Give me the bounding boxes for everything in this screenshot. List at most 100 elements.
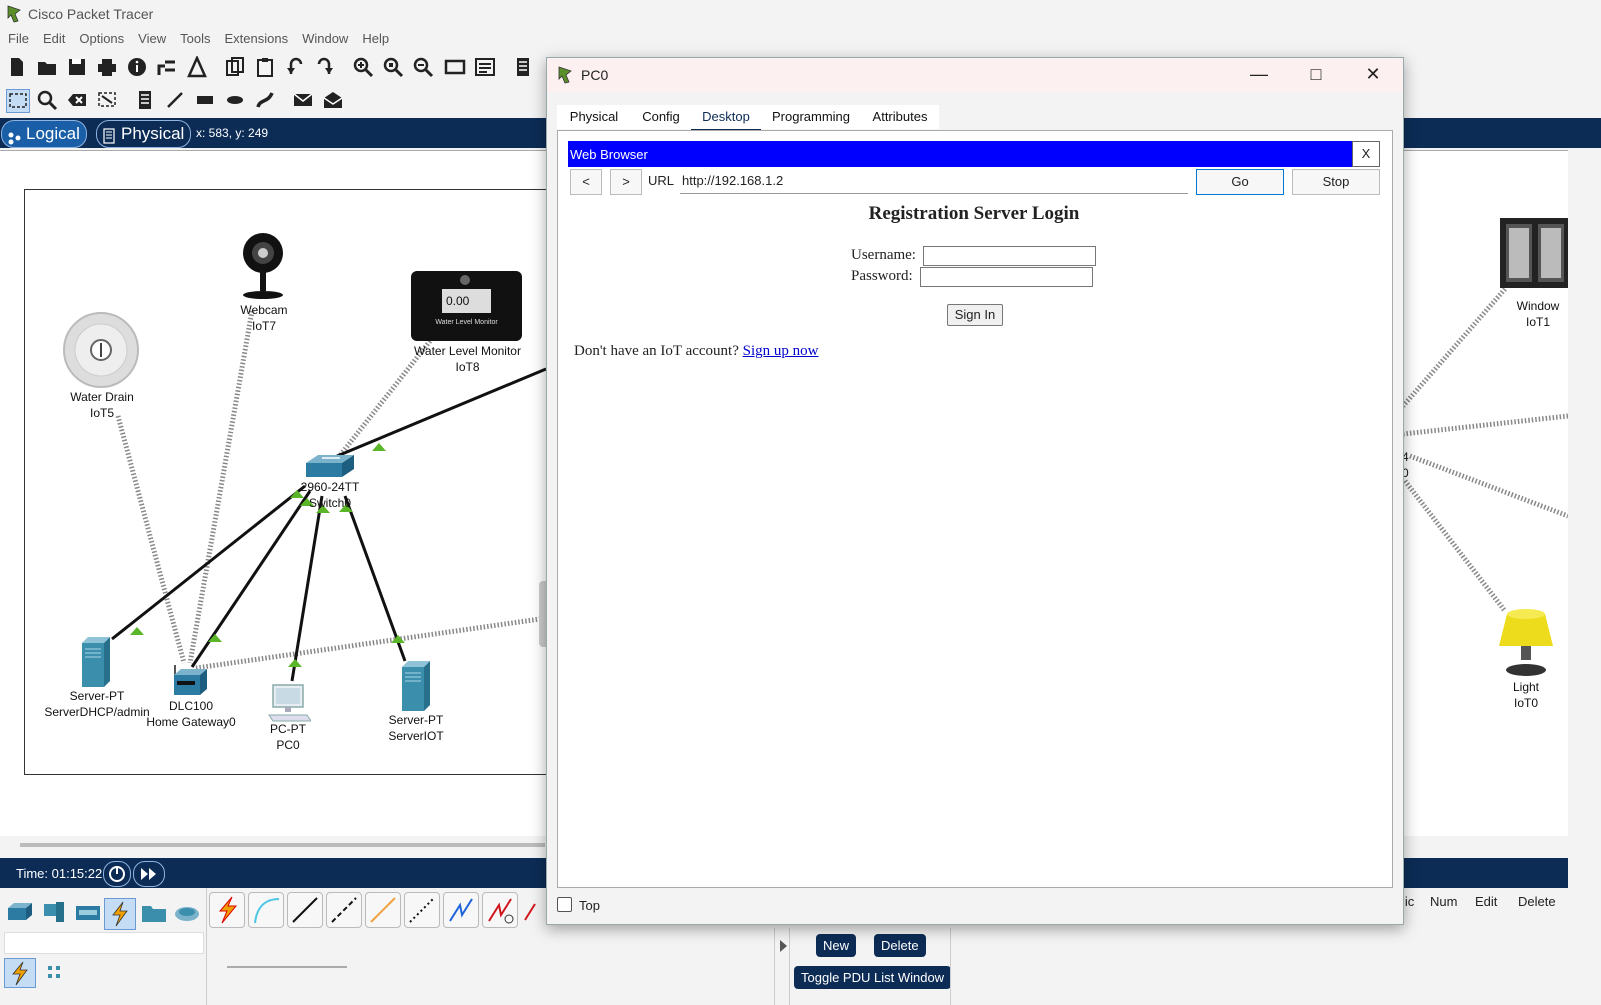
browser-page: Registration Server Login Username: Pass… <box>568 197 1380 877</box>
connections-subcategory-icon[interactable] <box>4 958 36 988</box>
components-icon[interactable] <box>74 900 102 926</box>
web-browser-close-button[interactable]: X <box>1352 141 1380 167</box>
zoom-out-icon[interactable] <box>412 56 434 78</box>
menu-tools[interactable]: Tools <box>180 31 210 46</box>
pc0-device[interactable] <box>267 683 312 723</box>
drawing-palette-icon[interactable] <box>444 56 466 78</box>
browser-back-button[interactable]: < <box>570 169 602 195</box>
browser-stop-button[interactable]: Stop <box>1292 169 1380 195</box>
network-devices-icon[interactable] <box>6 900 34 926</box>
add-complex-pdu-icon[interactable] <box>322 89 344 111</box>
top-checkbox[interactable] <box>557 897 572 912</box>
serial-dce-cable-icon[interactable] <box>482 892 518 928</box>
open-folder-icon[interactable] <box>36 56 58 78</box>
window-device[interactable] <box>1500 218 1568 288</box>
pdu-delete-button[interactable]: Delete <box>874 934 926 957</box>
delete-tool-icon[interactable] <box>66 89 88 111</box>
phone-cable-icon[interactable] <box>404 892 440 928</box>
maximize-icon[interactable]: □ <box>1304 64 1328 86</box>
power-cycle-icon[interactable] <box>103 861 131 887</box>
water-level-monitor-device[interactable]: 0.00 Water Level Monitor <box>411 271 522 341</box>
inspect-icon[interactable] <box>36 89 58 111</box>
top-checkbox-row[interactable]: Top <box>557 897 600 913</box>
logical-mode-button[interactable]: Logical <box>1 120 87 148</box>
draw-line-icon[interactable] <box>164 89 186 111</box>
tab-desktop[interactable]: Desktop <box>691 105 761 132</box>
custom-device-icon[interactable] <box>474 56 496 78</box>
minimize-icon[interactable]: — <box>1247 64 1271 86</box>
menu-help[interactable]: Help <box>362 31 389 46</box>
server-iot-device[interactable] <box>400 661 432 711</box>
save-icon[interactable] <box>66 56 88 78</box>
serial-dte-cable-icon[interactable] <box>521 892 539 926</box>
zoom-in-icon[interactable] <box>352 56 374 78</box>
pc0-dialog-titlebar[interactable]: PC0 — □ ✕ <box>547 58 1403 92</box>
info-icon[interactable] <box>126 56 148 78</box>
new-file-icon[interactable] <box>6 56 28 78</box>
menu-window[interactable]: Window <box>302 31 348 46</box>
browser-url-bar: < > URL http://192.168.1.2 Go Stop <box>568 169 1380 195</box>
grid-icon[interactable] <box>44 962 64 982</box>
menu-view[interactable]: View <box>138 31 166 46</box>
tab-physical[interactable]: Physical <box>557 105 631 129</box>
physical-mode-button[interactable]: Physical <box>96 120 192 148</box>
draw-ellipse-icon[interactable] <box>224 89 246 111</box>
sign-in-button[interactable]: Sign In <box>947 304 1003 326</box>
browser-forward-button[interactable]: > <box>610 169 642 195</box>
menu-options[interactable]: Options <box>79 31 124 46</box>
tab-programming[interactable]: Programming <box>761 105 861 129</box>
freeform-icon[interactable] <box>254 89 276 111</box>
desktop-tab-content: Web Browser X < > URL http://192.168.1.2… <box>557 130 1393 888</box>
menu-file[interactable]: File <box>8 31 29 46</box>
print-icon[interactable] <box>96 56 118 78</box>
url-input[interactable]: http://192.168.1.2 <box>680 169 1188 194</box>
undo-icon[interactable] <box>284 56 306 78</box>
coaxial-cable-icon[interactable] <box>443 892 479 928</box>
server-dhcp-device[interactable] <box>80 637 112 687</box>
connections-category-icon[interactable] <box>104 898 136 930</box>
multiuser-cloud-icon[interactable] <box>173 900 201 926</box>
water-drain-device[interactable] <box>62 311 140 389</box>
straight-through-cable-icon[interactable] <box>287 892 323 928</box>
password-field[interactable] <box>920 267 1093 287</box>
packet-tracer-logo-icon <box>557 66 573 84</box>
network-info-icon[interactable] <box>156 56 178 78</box>
workspace-hscrollbar[interactable] <box>20 843 545 847</box>
paste-icon[interactable] <box>254 56 276 78</box>
close-icon[interactable]: ✕ <box>1361 64 1385 86</box>
username-field[interactable] <box>923 246 1096 266</box>
tab-attributes[interactable]: Attributes <box>861 105 939 129</box>
fiber-cable-icon[interactable] <box>365 892 401 928</box>
document-icon[interactable] <box>512 56 534 78</box>
cable-list-scrollbar[interactable] <box>227 966 347 968</box>
webcam-label: Webcam IoT7 <box>240 303 288 333</box>
crossover-cable-icon[interactable] <box>326 892 362 928</box>
activity-wizard-icon[interactable] <box>186 54 208 78</box>
webcam-device[interactable] <box>240 231 286 301</box>
add-simple-pdu-icon[interactable] <box>292 89 314 111</box>
console-cable-icon[interactable] <box>248 892 284 928</box>
browser-go-button[interactable]: Go <box>1196 169 1284 195</box>
device-search-field[interactable] <box>4 932 204 954</box>
zoom-reset-icon[interactable] <box>382 56 404 78</box>
signup-link[interactable]: Sign up now <box>743 343 819 359</box>
fast-forward-icon[interactable] <box>133 861 165 887</box>
draw-rectangle-icon[interactable] <box>194 89 216 111</box>
end-devices-icon[interactable] <box>40 900 68 926</box>
pdu-new-button[interactable]: New <box>816 934 857 957</box>
note-icon[interactable] <box>134 89 156 111</box>
tab-config[interactable]: Config <box>631 105 691 129</box>
misc-folder-icon[interactable] <box>140 900 168 926</box>
redo-icon[interactable] <box>314 56 336 78</box>
toggle-pdu-list-button[interactable]: Toggle PDU List Window <box>794 966 952 989</box>
home-gateway-device[interactable] <box>171 663 209 697</box>
switch-device[interactable] <box>304 453 356 481</box>
menu-edit[interactable]: Edit <box>43 31 65 46</box>
panel-splitter[interactable] <box>774 928 790 1005</box>
menu-extensions[interactable]: Extensions <box>224 31 288 46</box>
light-device[interactable] <box>1497 608 1555 678</box>
copy-icon[interactable] <box>224 56 246 78</box>
resize-shape-icon[interactable] <box>96 89 118 111</box>
select-tool-icon[interactable] <box>6 89 30 113</box>
auto-connection-icon[interactable] <box>209 892 245 928</box>
